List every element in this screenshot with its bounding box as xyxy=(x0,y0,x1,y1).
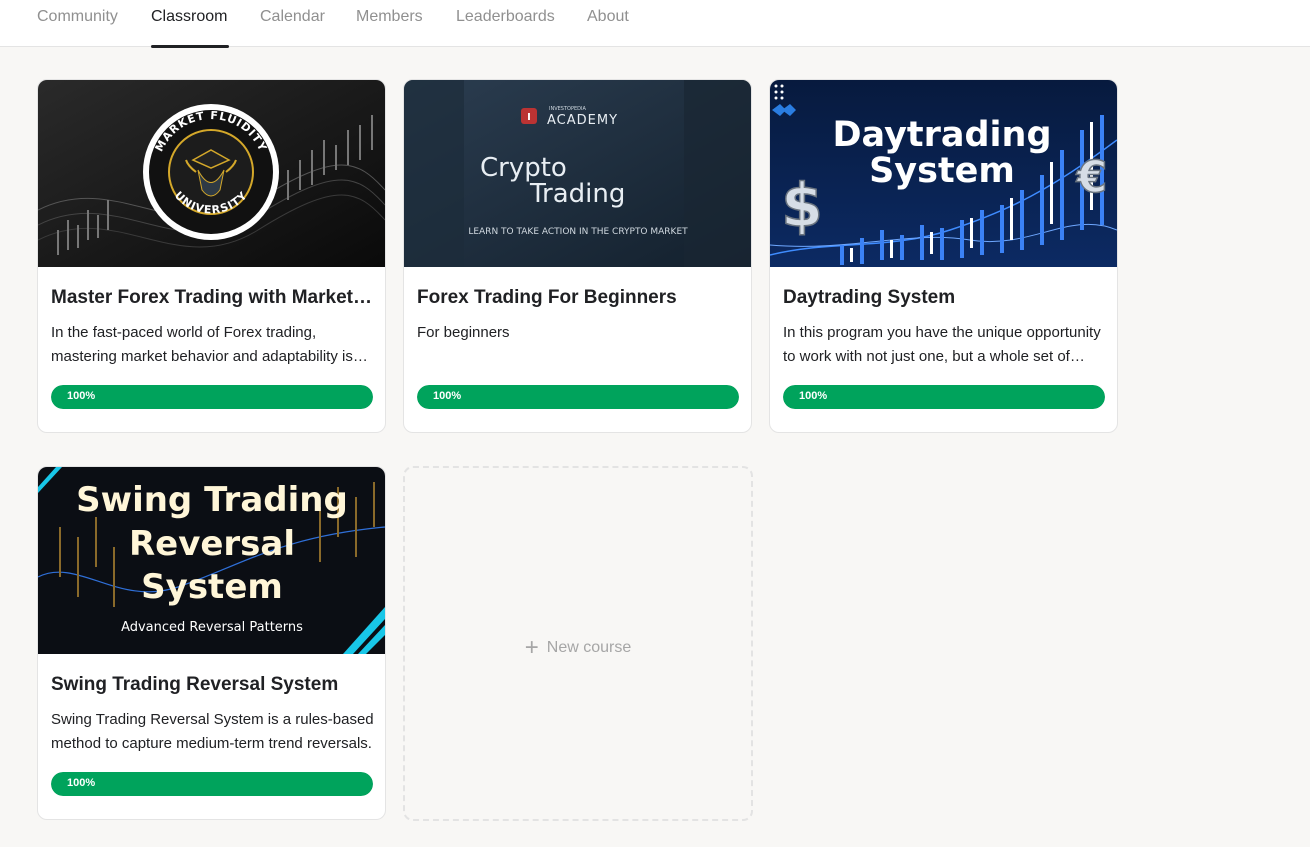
course-thumbnail: Swing Trading Reversal System Advanced R… xyxy=(38,467,385,654)
new-course-label: New course xyxy=(546,639,632,656)
progress-label: 100% xyxy=(433,390,462,402)
progress-label: 100% xyxy=(67,777,96,789)
svg-text:Swing Trading: Swing Trading xyxy=(76,480,348,520)
tab-about[interactable]: About xyxy=(587,8,629,47)
tab-label: About xyxy=(587,8,629,25)
svg-text:INVESTOPEDIA: INVESTOPEDIA xyxy=(549,106,586,112)
progress-fill xyxy=(51,772,373,796)
course-thumbnail: I INVESTOPEDIA ACADEMY Crypto Trading LE… xyxy=(404,80,751,267)
progress-bar: 100% xyxy=(51,772,373,796)
course-title: Master Forex Trading with Market Fluidit… xyxy=(51,287,373,308)
new-course-content: + New course xyxy=(405,634,751,662)
course-card[interactable]: Daytrading System $ € Daytrading System … xyxy=(769,79,1118,433)
tab-classroom[interactable]: Classroom xyxy=(151,8,229,48)
svg-text:I: I xyxy=(527,112,531,123)
course-title: Daytrading System xyxy=(783,287,956,308)
progress-fill xyxy=(417,385,739,409)
tab-leaderboards[interactable]: Leaderboards xyxy=(456,8,555,47)
course-card[interactable]: I INVESTOPEDIA ACADEMY Crypto Trading LE… xyxy=(403,79,752,433)
svg-text:$: $ xyxy=(781,171,823,241)
tab-label: Leaderboards xyxy=(456,8,555,25)
course-thumbnail: Daytrading System $ € xyxy=(770,80,1117,267)
plus-icon: + xyxy=(524,634,539,661)
top-nav: Community Classroom Calendar Members Lea… xyxy=(0,0,1310,48)
svg-text:System: System xyxy=(869,151,1015,191)
course-title: Swing Trading Reversal System xyxy=(51,674,339,695)
course-card[interactable]: Swing Trading Reversal System Advanced R… xyxy=(37,466,386,820)
progress-bar: 100% xyxy=(51,385,373,409)
progress-fill xyxy=(51,385,373,409)
svg-text:€: € xyxy=(1076,152,1108,203)
new-course-button[interactable]: + New course xyxy=(403,466,753,821)
svg-text:System: System xyxy=(141,567,283,607)
course-title: Forex Trading For Beginners xyxy=(417,287,677,308)
course-description: In this program you have the unique oppo… xyxy=(783,324,1101,365)
course-card[interactable]: MARKET FLUIDITY UNIVERSITY Master Forex … xyxy=(37,79,386,433)
progress-bar: 100% xyxy=(417,385,739,409)
course-thumbnail: MARKET FLUIDITY UNIVERSITY xyxy=(38,80,385,267)
svg-text:LEARN TO TAKE ACTION IN THE CR: LEARN TO TAKE ACTION IN THE CRYPTO MARKE… xyxy=(468,227,688,237)
svg-text:Trading: Trading xyxy=(529,179,625,209)
progress-label: 100% xyxy=(67,390,96,402)
course-description: In the fast-paced world of Forex trading… xyxy=(51,324,353,365)
svg-text:Daytrading: Daytrading xyxy=(832,115,1051,155)
active-tab-indicator xyxy=(151,45,229,48)
progress-label: 100% xyxy=(799,390,828,402)
tab-calendar[interactable]: Calendar xyxy=(260,8,325,47)
svg-text:Advanced Reversal Patterns: Advanced Reversal Patterns xyxy=(121,620,303,635)
tab-members[interactable]: Members xyxy=(356,8,423,47)
svg-text:Reversal: Reversal xyxy=(129,524,295,564)
tab-community[interactable]: Community xyxy=(37,8,118,47)
svg-text:ACADEMY: ACADEMY xyxy=(547,113,618,128)
course-description: For beginners xyxy=(417,324,510,341)
tab-label: Classroom xyxy=(151,8,228,25)
course-description: Swing Trading Reversal System is a rules… xyxy=(51,711,374,752)
progress-fill xyxy=(783,385,1105,409)
tab-label: Members xyxy=(356,8,423,25)
tab-label: Calendar xyxy=(260,8,325,25)
progress-bar: 100% xyxy=(783,385,1105,409)
tab-label: Community xyxy=(37,8,118,25)
